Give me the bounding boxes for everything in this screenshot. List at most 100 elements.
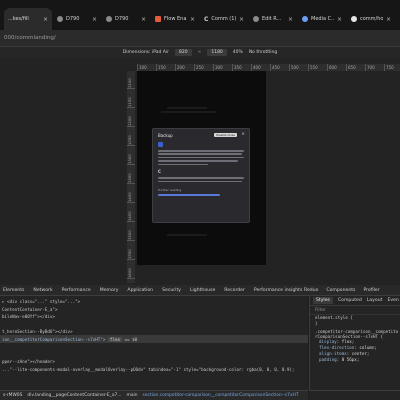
browser-tab[interactable]: C Comm (1) ×: [200, 8, 248, 30]
ruler-tick-label: 1600: [127, 261, 135, 279]
background-text-line: [167, 107, 207, 109]
css-selector[interactable]: .competitor-comparison__competitorCompar…: [310, 329, 400, 339]
dimensions-select[interactable]: Dimensions: iPad Air: [123, 50, 169, 55]
styles-subtab[interactable]: Layout: [367, 298, 383, 303]
dom-node-line[interactable]: ..."--lite-components-modal-overlay__mod…: [2, 366, 294, 373]
breadcrumb-item[interactable]: main: [127, 393, 138, 398]
height-input[interactable]: 1180: [207, 49, 227, 56]
devtools-tab[interactable]: Network: [33, 288, 52, 293]
modal-badge[interactable]: Disable Close: [214, 133, 237, 137]
close-icon[interactable]: ×: [241, 132, 245, 137]
dom-breadcrumbs: s-rMW0S div.landing__pageContentContainer…: [0, 390, 308, 400]
browser-tab[interactable]: Media C... ×: [298, 8, 346, 30]
section-letter: C: [158, 169, 161, 175]
zoom-select[interactable]: 40%: [233, 50, 243, 55]
browser-tab[interactable]: ...kes/fill ×: [4, 8, 52, 30]
devtools-tab[interactable]: Security: [162, 288, 181, 293]
ruler-tick-label: 250: [194, 64, 213, 71]
dom-node-line[interactable]: ▸ <div class="..." style="...">: [2, 298, 80, 305]
devtools-tab[interactable]: Memory: [100, 288, 119, 293]
globe-icon: [253, 16, 259, 22]
css-property-name: align-items: [319, 351, 347, 356]
styles-subtab[interactable]: Computed: [338, 298, 362, 303]
width-input[interactable]: 820: [174, 49, 192, 56]
further-reading-label: Further reading: [158, 188, 182, 193]
devtools-panel-tabs: Elements Network Performance Memory Applicat…: [0, 285, 400, 296]
url-text[interactable]: 000/commlanding/: [4, 35, 56, 41]
ruler-tick-label: 300: [213, 64, 232, 71]
tab-close-icon[interactable]: ×: [190, 16, 195, 23]
tab-title: Edit R...: [262, 16, 282, 22]
ruler-tick-label: 400: [251, 64, 270, 71]
tab-title: Media C...: [311, 16, 334, 22]
background-text-line: [167, 234, 207, 236]
media-icon: [302, 16, 308, 22]
dom-node-line[interactable]: pper--zAne"></header>: [2, 358, 55, 365]
flex-badge[interactable]: flex: [107, 336, 122, 342]
tab-close-icon[interactable]: ×: [337, 16, 342, 23]
tab-close-icon[interactable]: ×: [288, 16, 293, 23]
ruler-tick-label: 750: [384, 64, 400, 71]
breadcrumb-item[interactable]: div.landing__pageContentContainer-E_a7..…: [27, 393, 121, 398]
styles-subtab[interactable]: Even: [387, 298, 398, 303]
modal-paragraph: [158, 150, 244, 166]
ruler-tick-label: 700: [365, 64, 384, 71]
css-property-value: flex;: [341, 339, 355, 344]
tab-close-icon[interactable]: ×: [239, 16, 244, 23]
address-bar[interactable]: 000/commlanding/: [0, 30, 400, 47]
css-property-name: padding: [319, 357, 337, 362]
console-ref-marker: == $0: [124, 336, 138, 342]
dom-node-text: t_heroSection--ByBdO"></div>: [2, 329, 73, 334]
styles-subtab[interactable]: Styles: [313, 297, 333, 304]
browser-tab[interactable]: comm/ho...×: [347, 8, 395, 30]
emulated-device-screen[interactable]: Backup Disable Close × C Further reading: [137, 71, 266, 265]
throttle-select[interactable]: No throttling: [249, 50, 277, 55]
devtools-tab[interactable]: Lighthouse: [190, 288, 215, 293]
browser-tab[interactable]: D790 ×: [102, 8, 150, 30]
globe-icon: [106, 16, 112, 22]
browser-tab[interactable]: D790 ×: [53, 8, 101, 30]
css-property-name: flex-direction: [319, 345, 355, 350]
element-style-close: }: [315, 321, 318, 326]
elements-tree[interactable]: ▸ <div class="..." style="..."> ContentCo…: [0, 296, 308, 390]
tab-close-icon[interactable]: ×: [386, 16, 391, 23]
devtools-tab[interactable]: Performance insights: [254, 288, 302, 293]
flower-icon: [155, 16, 161, 22]
times-glyph: ×: [197, 50, 202, 55]
dom-node-line[interactable]: ContentContainer-E_a">: [2, 306, 57, 313]
devtools-right-tabs: Redux Components Profiler: [304, 288, 380, 293]
tab-close-icon[interactable]: ×: [141, 16, 146, 23]
devtools-tab[interactable]: Recorder: [224, 288, 245, 293]
breadcrumb-item[interactable]: section.competitor-comparison__competito…: [143, 393, 299, 398]
devtools-tab[interactable]: Performance: [62, 288, 91, 293]
ruler-tick-label: 200: [175, 64, 194, 71]
browser-tab[interactable]: Flow Ena...×: [151, 8, 199, 30]
ruler-tick-label: 1400: [127, 185, 135, 203]
device-toolbar: Dimensions: iPad Air 820 × 1180 40% No t…: [0, 47, 400, 58]
globe-icon: [57, 16, 63, 22]
further-reading-link[interactable]: [158, 194, 220, 196]
ruler-tick-label: 1450: [127, 204, 135, 222]
tab-close-icon[interactable]: ×: [43, 16, 48, 23]
breadcrumb-item[interactable]: s-rMW0S: [3, 393, 22, 398]
ruler-tick-label: 1500: [127, 223, 135, 241]
tab-title: D790: [115, 16, 129, 22]
devtools-extension-tab[interactable]: Profiler: [363, 288, 379, 293]
dom-node-text: bileNav-e00Yf"></div>: [2, 314, 55, 319]
dom-node-line[interactable]: ion__competitorComparisonSection--s7xHT"…: [2, 336, 137, 343]
styles-filter-input[interactable]: Filter: [310, 306, 400, 315]
devtools-extension-tab[interactable]: Redux: [304, 288, 318, 293]
ruler-tick-label: 1300: [127, 147, 135, 165]
devtools-tab[interactable]: Elements: [3, 288, 24, 293]
tab-close-icon[interactable]: ×: [92, 16, 97, 23]
devtools-tab[interactable]: Application: [127, 288, 153, 293]
css-declaration[interactable]: padding: 0 56px;: [310, 357, 400, 363]
devtools-extension-tab[interactable]: Components: [326, 288, 355, 293]
ruler-tick-label: 1150: [127, 90, 135, 108]
browser-tab[interactable]: D80×: [396, 8, 400, 30]
vertical-ruler: 1100 1150 1200 1250 1300 1350 1400 1450 1500 1550…: [127, 71, 135, 283]
tab-title: ...kes/fill: [8, 16, 29, 22]
dom-node-line[interactable]: bileNav-e00Yf"></div>: [2, 313, 55, 320]
dom-node-line[interactable]: t_heroSection--ByBdO"></div>: [2, 328, 73, 335]
browser-tab[interactable]: Edit R... ×: [249, 8, 297, 30]
